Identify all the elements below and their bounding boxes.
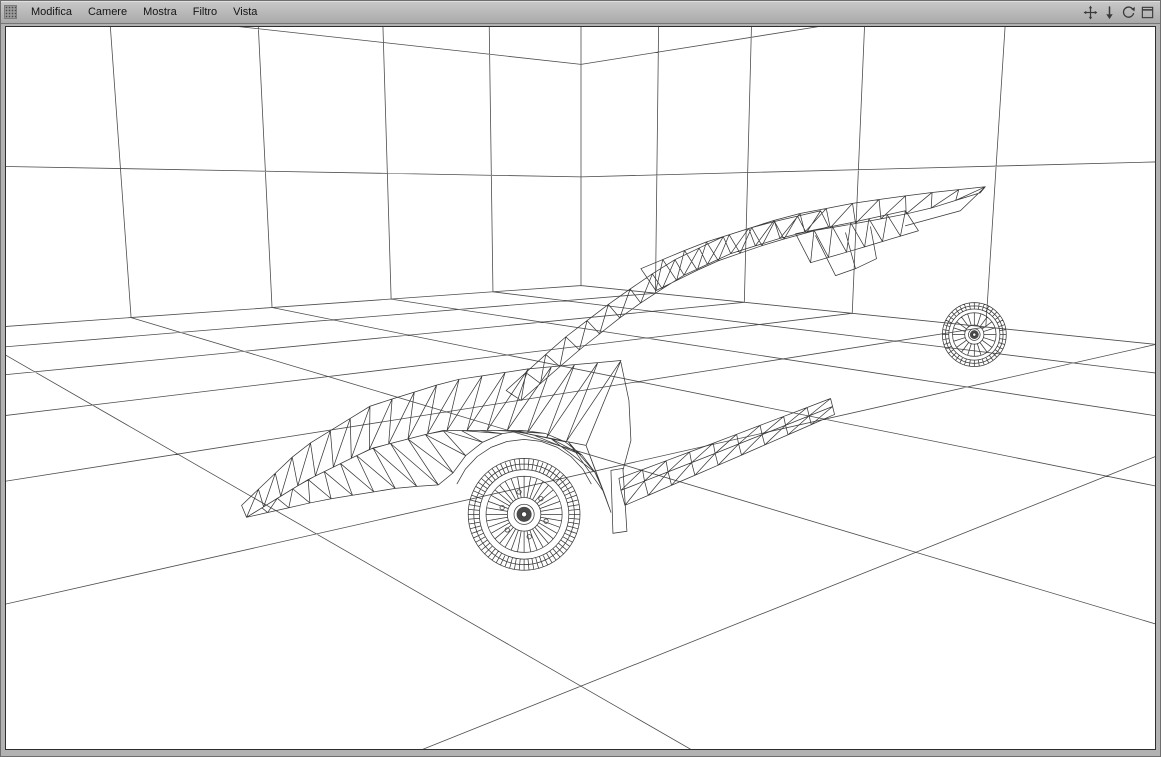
application-window: Modifica Camere Mostra Filtro Vista xyxy=(0,0,1161,757)
rotate-icon[interactable] xyxy=(1120,4,1136,20)
viewport-tools xyxy=(1082,4,1160,20)
zoom-icon[interactable] xyxy=(1101,4,1117,20)
3d-viewport[interactable] xyxy=(5,26,1156,750)
pan-icon[interactable] xyxy=(1082,4,1098,20)
car-wireframe-model xyxy=(241,186,1007,571)
menu-vista[interactable]: Vista xyxy=(225,1,265,23)
menu-camere[interactable]: Camere xyxy=(80,1,135,23)
perspective-scene xyxy=(6,27,1155,749)
maximize-icon[interactable] xyxy=(1139,4,1155,20)
panel-drag-handle[interactable] xyxy=(4,5,17,19)
menu-mostra[interactable]: Mostra xyxy=(135,1,185,23)
menu-filtro[interactable]: Filtro xyxy=(185,1,225,23)
viewport-menubar: Modifica Camere Mostra Filtro Vista xyxy=(1,1,1160,24)
menu-modifica[interactable]: Modifica xyxy=(23,1,80,23)
